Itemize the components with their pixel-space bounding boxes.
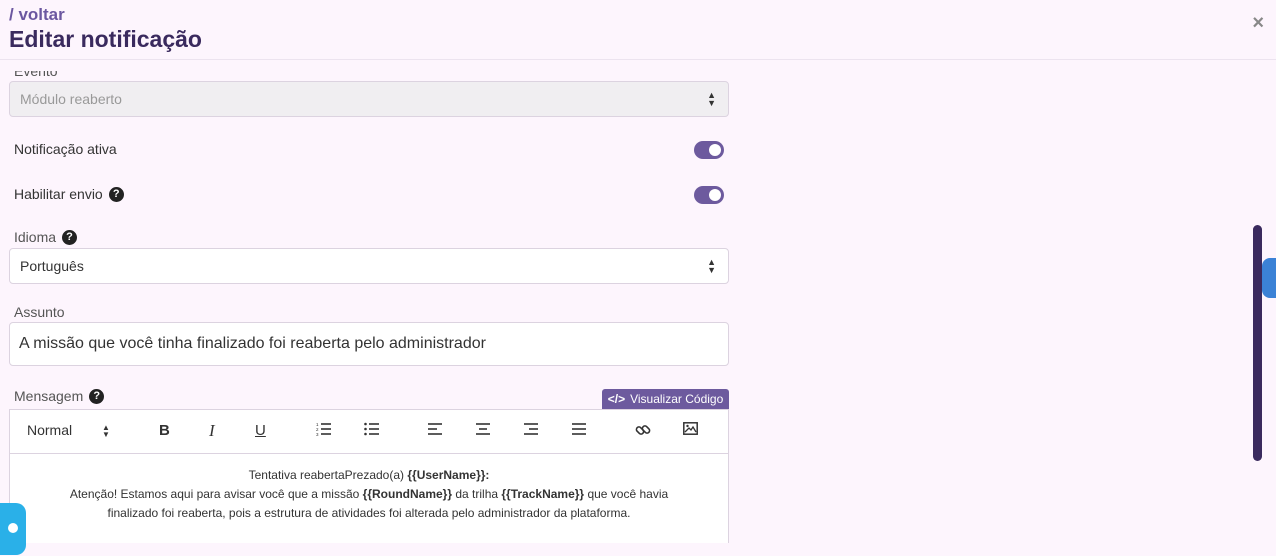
page-title: Editar notificação: [9, 26, 202, 52]
align-center-icon[interactable]: [476, 422, 491, 440]
language-select-value: Português: [20, 258, 84, 274]
italic-button[interactable]: I: [209, 421, 215, 441]
svg-text:3: 3: [316, 432, 319, 436]
message-line-2: Atenção! Estamos aqui para avisar você q…: [69, 487, 669, 501]
header: / voltar Editar notificação ×: [0, 0, 1276, 60]
back-link[interactable]: / voltar: [9, 5, 65, 25]
bold-button[interactable]: B: [159, 422, 170, 439]
subject-input[interactable]: A missão que você tinha finalizado foi r…: [9, 322, 729, 366]
chat-dot: [8, 523, 18, 533]
event-select-value: Módulo reaberto: [20, 91, 122, 107]
editor-content[interactable]: Tentativa reabertaPrezado(a) {{UserName}…: [10, 454, 728, 543]
toggle-knob: [709, 189, 721, 201]
help-icon[interactable]: ?: [89, 388, 105, 404]
language-label: Idioma: [14, 229, 57, 245]
link-icon[interactable]: [635, 422, 651, 442]
select-arrows-icon: ▲ ▼: [707, 257, 716, 275]
view-code-label: Visualizar Código: [630, 392, 724, 406]
bullet-list-icon[interactable]: [364, 422, 380, 440]
image-icon[interactable]: [683, 422, 698, 439]
message-line-1: Tentativa reabertaPrezado(a) {{UserName}…: [248, 468, 490, 482]
view-code-button[interactable]: </> Visualizar Código: [602, 389, 729, 409]
align-left-icon[interactable]: [428, 422, 443, 440]
side-widget-tab[interactable]: [1262, 258, 1276, 298]
message-editor[interactable]: Normal ▲ ▼ B I U 123 Tentativa reabertaP…: [9, 409, 729, 543]
help-icon[interactable]: ?: [108, 186, 124, 202]
chat-widget-icon[interactable]: [0, 503, 26, 555]
select-arrows-icon: ▲ ▼: [707, 90, 716, 108]
code-icon: </>: [607, 392, 626, 406]
event-select: Módulo reaberto ▲ ▼: [9, 81, 729, 117]
active-toggle[interactable]: [694, 141, 724, 159]
help-icon[interactable]: ?: [62, 229, 78, 245]
send-label: Habilitar envio: [14, 186, 103, 202]
notification-form: Evento Módulo reaberto ▲ ▼ Notificação at…: [0, 61, 740, 543]
align-right-icon[interactable]: [524, 422, 539, 440]
send-row-label: Habilitar envio ?: [14, 186, 124, 202]
underline-button[interactable]: U: [255, 422, 266, 439]
close-icon[interactable]: ×: [1252, 12, 1264, 35]
message-line-3: finalizado foi reaberta, pois a estrutur…: [107, 506, 631, 520]
editor-toolbar: Normal ▲ ▼ B I U 123: [10, 410, 728, 454]
event-label: Evento: [14, 63, 58, 79]
ordered-list-icon[interactable]: 123: [316, 422, 332, 440]
page-scrollbar[interactable]: [1253, 225, 1262, 461]
message-label: Mensagem: [14, 388, 84, 404]
toggle-knob: [709, 144, 721, 156]
language-select[interactable]: Português ▲ ▼: [9, 248, 729, 284]
align-justify-icon[interactable]: [572, 422, 587, 440]
format-arrows-icon: ▲ ▼: [102, 423, 110, 439]
send-toggle[interactable]: [694, 186, 724, 204]
language-label-row: Idioma ?: [14, 229, 78, 245]
active-label: Notificação ativa: [14, 141, 117, 157]
subject-label: Assunto: [14, 304, 65, 320]
subject-label-text: Assunto: [14, 304, 65, 320]
message-label-row: Mensagem ?: [14, 388, 105, 404]
format-select[interactable]: Normal: [27, 422, 72, 438]
active-row-label: Notificação ativa: [14, 141, 117, 157]
